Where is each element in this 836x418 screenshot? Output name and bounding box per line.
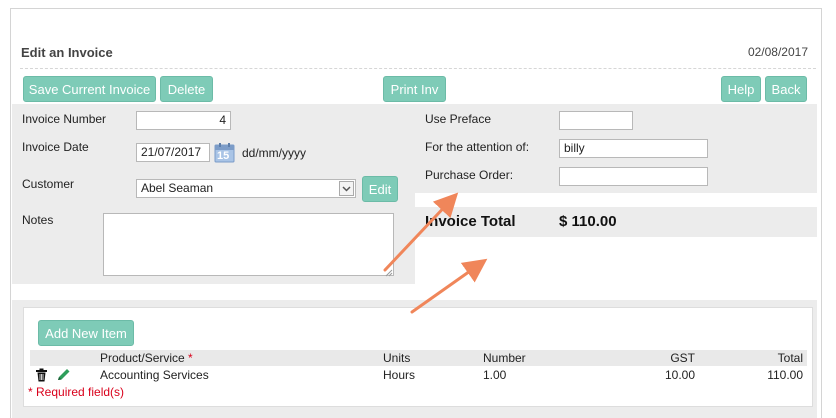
col-gst-header: GST xyxy=(670,351,695,365)
attention-field[interactable]: billy xyxy=(559,139,708,158)
invoice-date-label: Invoice Date xyxy=(22,140,89,154)
invoice-date-field[interactable]: 21/07/2017 xyxy=(136,143,210,162)
delete-button[interactable]: Delete xyxy=(160,76,213,102)
col-units-header: Units xyxy=(383,351,411,365)
edit-customer-button[interactable]: Edit xyxy=(362,176,398,202)
back-button[interactable]: Back xyxy=(765,76,807,102)
invoice-total-label: Invoice Total xyxy=(425,213,516,230)
calendar-day-text: 15 xyxy=(217,150,230,162)
col-number-header: Number xyxy=(483,351,526,365)
required-mark: * xyxy=(188,351,193,365)
row-units: Hours xyxy=(383,368,416,382)
col-total-header: Total xyxy=(777,351,803,365)
customer-label: Customer xyxy=(22,177,75,191)
invoice-number-field[interactable]: 4 xyxy=(136,111,231,130)
page-title: Edit an Invoice xyxy=(21,45,113,60)
calendar-icon[interactable]: 15 xyxy=(214,142,235,163)
pencil-icon[interactable] xyxy=(56,368,71,382)
customer-select[interactable]: Abel Seaman xyxy=(136,179,356,198)
notes-textarea[interactable] xyxy=(103,213,394,276)
help-button[interactable]: Help xyxy=(721,76,761,102)
col-product-header: Product/Service * xyxy=(100,351,193,365)
col-product-label: Product/Service xyxy=(100,351,185,365)
customer-value: Abel Seaman xyxy=(141,181,214,195)
page-date: 02/08/2017 xyxy=(747,45,808,59)
purchase-order-label: Purchase Order: xyxy=(425,168,514,182)
attention-label: For the attention of: xyxy=(425,140,530,154)
required-fields-note: * Required field(s) xyxy=(28,385,125,399)
row-gst: 10.00 xyxy=(664,368,695,382)
resize-grip-icon[interactable] xyxy=(384,266,393,277)
dropdown-arrow-icon[interactable] xyxy=(339,181,354,196)
date-format-hint: dd/mm/yyyy xyxy=(242,146,307,160)
row-number: 1.00 xyxy=(483,368,507,382)
use-preface-label: Use Preface xyxy=(425,112,492,126)
row-product: Accounting Services xyxy=(100,368,209,382)
use-preface-field[interactable] xyxy=(559,111,633,130)
row-total: 110.00 xyxy=(767,368,803,382)
header-divider xyxy=(20,68,816,69)
invoice-total-value: $ 110.00 xyxy=(559,213,617,230)
trash-icon[interactable] xyxy=(35,368,48,382)
notes-label: Notes xyxy=(22,213,54,227)
print-invoice-button[interactable]: Print Inv xyxy=(383,76,446,102)
purchase-order-field[interactable] xyxy=(559,167,708,186)
invoice-number-label: Invoice Number xyxy=(22,112,107,126)
save-invoice-button[interactable]: Save Current Invoice xyxy=(23,76,156,102)
add-new-item-button[interactable]: Add New Item xyxy=(38,320,134,346)
